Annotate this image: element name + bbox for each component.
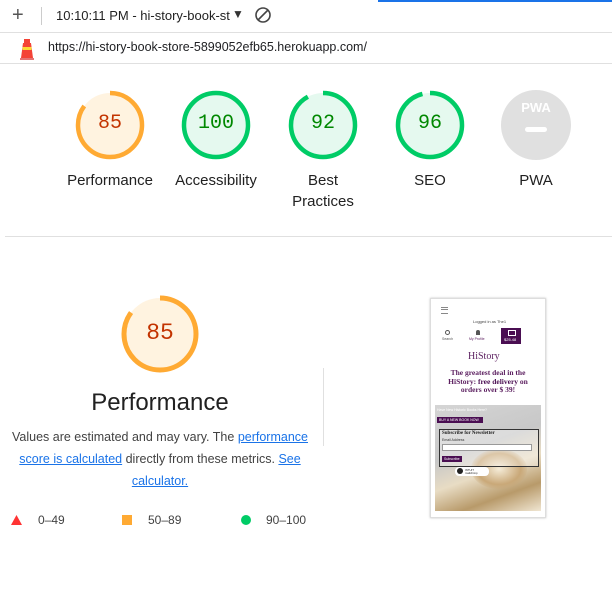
gauge-score: 85 (97, 112, 122, 135)
vertical-divider (323, 368, 324, 446)
gauge-label: Accessibility (175, 172, 257, 189)
newsletter-title: Subscribe for Newsletter (442, 431, 495, 436)
gauge-label: Best Practices (292, 172, 354, 210)
gauge-score: 96 (417, 112, 442, 135)
logged-in-text: Logged in as The1 (473, 319, 507, 324)
my-profile-label: My Profile (469, 337, 485, 341)
gauge-pwa[interactable]: PWA (500, 89, 572, 161)
performance-gauge-large: 85 (120, 294, 200, 374)
gauge-label: Performance (67, 172, 153, 189)
banner-text: Have New Historic Books Here? (437, 408, 487, 412)
gauge-best-practices[interactable]: 92 (287, 89, 359, 161)
new-report-icon[interactable]: + (12, 4, 24, 26)
devtools-toolbar: + 10:10:11 PM - hi-story-book-st ▼ (0, 0, 612, 33)
gauge-label: SEO (414, 172, 446, 189)
lighthouse-icon (20, 39, 34, 60)
average-square-icon (122, 515, 132, 525)
legend-range: 90–100 (266, 513, 307, 527)
search-icon (445, 330, 450, 335)
report-url-bar: https://hi-story-book-store-5899052efb65… (0, 33, 612, 64)
active-tab-indicator (378, 0, 612, 2)
brand-logo: HiStory (468, 351, 500, 362)
pwa-badge-text: PWA (521, 100, 551, 115)
subscribe-label: Subscribe (444, 457, 460, 461)
gauge-score: 100 (197, 112, 234, 135)
gauge-accessibility[interactable]: 100 (180, 89, 252, 161)
legend-range: 50–89 (148, 513, 182, 527)
performance-note: Values are estimated and may vary. The p… (6, 426, 314, 492)
note-text: Values are estimated and may vary. The (11, 430, 235, 444)
pass-circle-icon (241, 515, 251, 525)
gauge-label: PWA (519, 172, 553, 189)
gauge-performance[interactable]: 85 (74, 89, 146, 161)
search-label: Search (442, 337, 454, 341)
clear-icon[interactable] (254, 6, 272, 24)
toolbar-separator (41, 7, 42, 25)
buy-book-label: BUY A NEW BOOK NOW (439, 418, 479, 422)
dropdown-arrow-icon[interactable]: ▼ (232, 7, 244, 21)
bag-icon (508, 330, 516, 336)
email-label: Email Address (442, 438, 465, 442)
email-input (442, 444, 532, 451)
mailchimp-text: INTUIT mailchimp (465, 468, 478, 475)
gauge-score: 92 (310, 112, 335, 135)
legend-range: 0–49 (38, 513, 65, 527)
section-divider (5, 236, 612, 237)
mailchimp-icon (457, 468, 463, 474)
fail-triangle-icon (11, 515, 22, 525)
final-screenshot: Logged in as The1 Search My Profile $25.… (430, 298, 546, 518)
performance-score: 85 (146, 320, 174, 346)
performance-title: Performance (91, 389, 229, 416)
bag-total: $25.48 (504, 337, 517, 342)
promo-text: The greatest deal in the HiStory: free d… (439, 368, 537, 395)
report-selector-label[interactable]: 10:10:11 PM - hi-story-book-st (56, 8, 230, 23)
hamburger-mid (441, 309, 448, 310)
gauge-seo[interactable]: 96 (394, 89, 466, 161)
note-text: directly from these metrics. (125, 452, 275, 466)
profile-icon (476, 330, 480, 335)
report-url: https://hi-story-book-store-5899052efb65… (48, 40, 367, 54)
